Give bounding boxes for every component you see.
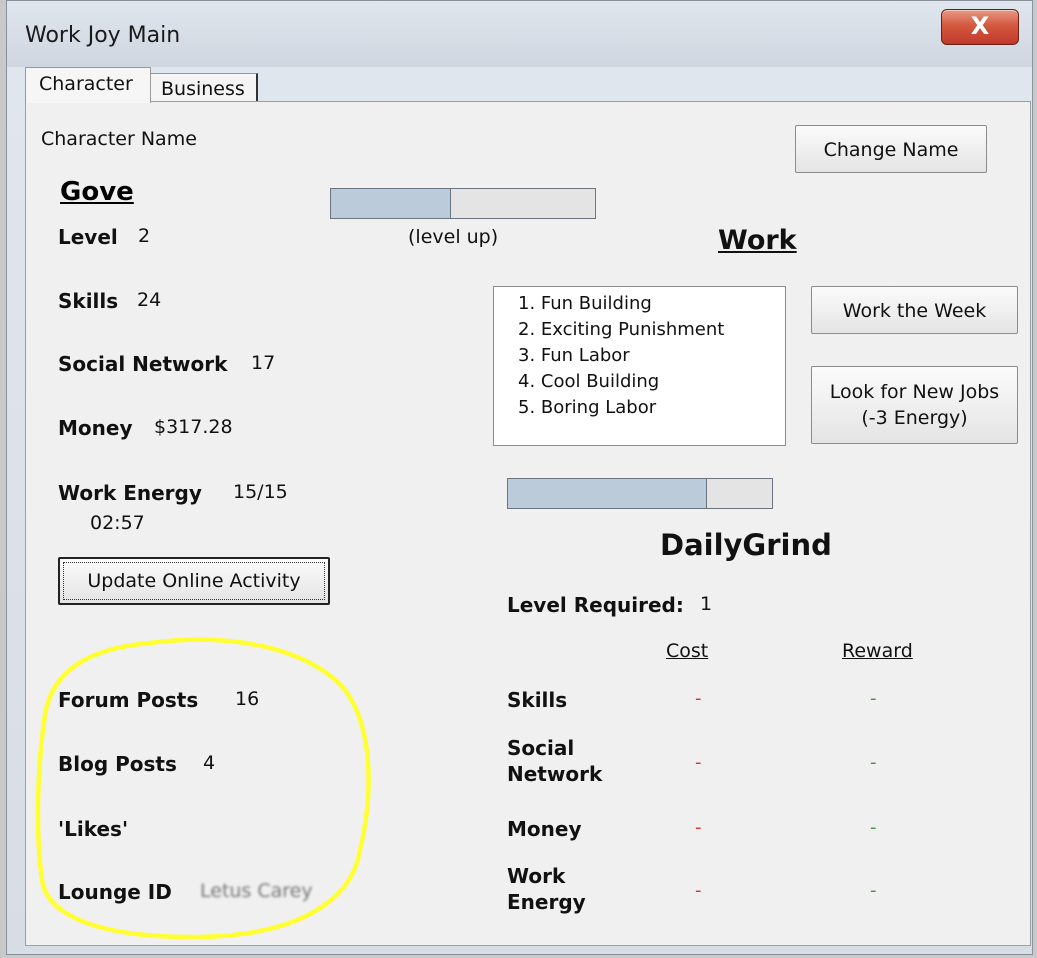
level-value: 2 xyxy=(138,225,151,247)
tab-business[interactable]: Business xyxy=(150,73,258,103)
update-online-activity-button[interactable]: Update Online Activity xyxy=(58,557,330,605)
forum-posts-value: 16 xyxy=(235,688,260,710)
money-value: $317.28 xyxy=(154,416,233,438)
look-for-jobs-line1: Look for New Jobs xyxy=(829,381,1000,403)
row-social-reward: - xyxy=(870,752,877,773)
energy-timer: 02:57 xyxy=(90,512,145,534)
level-required-label: Level Required: xyxy=(507,593,684,617)
row-money-reward: - xyxy=(870,817,877,838)
skills-label: Skills xyxy=(58,289,119,313)
row-skills-cost: - xyxy=(695,688,702,709)
character-name-label: Character Name xyxy=(41,128,197,150)
social-network-value: 17 xyxy=(251,352,276,374)
level-progress-bar xyxy=(330,188,596,219)
title-bar[interactable]: Work Joy Main X xyxy=(7,1,1032,67)
change-name-button-label: Change Name xyxy=(823,139,959,161)
lounge-id-value: Letus Carey xyxy=(200,880,313,902)
row-social-label-2: Network xyxy=(507,762,603,786)
money-label: Money xyxy=(58,416,133,440)
row-skills-reward: - xyxy=(870,688,877,709)
work-the-week-button[interactable]: Work the Week xyxy=(811,286,1018,334)
job-list-item[interactable]: 5. Boring Labor xyxy=(518,395,785,421)
forum-posts-label: Forum Posts xyxy=(58,688,199,712)
work-energy-label: Work Energy xyxy=(58,481,202,505)
level-required-value: 1 xyxy=(700,593,713,615)
look-for-jobs-line2: (-3 Energy) xyxy=(861,407,968,429)
work-the-week-label: Work the Week xyxy=(842,300,987,322)
reward-header: Reward xyxy=(842,640,913,662)
job-list-item[interactable]: 1. Fun Building xyxy=(518,291,785,317)
window-title: Work Joy Main xyxy=(25,23,181,48)
level-up-caption: (level up) xyxy=(408,226,499,248)
row-energy-reward: - xyxy=(870,880,877,901)
blog-posts-value: 4 xyxy=(203,752,216,774)
likes-label: 'Likes' xyxy=(58,817,129,841)
look-for-new-jobs-button[interactable]: Look for New Jobs (-3 Energy) xyxy=(811,366,1018,444)
job-list[interactable]: 1. Fun Building 2. Exciting Punishment 3… xyxy=(493,286,786,446)
job-list-item[interactable]: 2. Exciting Punishment xyxy=(518,317,785,343)
row-energy-label-2: Energy xyxy=(507,890,586,914)
cost-header: Cost xyxy=(666,640,709,662)
close-button[interactable]: X xyxy=(941,9,1019,45)
job-progress-bar xyxy=(507,478,773,509)
update-online-activity-label: Update Online Activity xyxy=(87,570,301,592)
change-name-button[interactable]: Change Name xyxy=(795,125,987,173)
job-list-item[interactable]: 3. Fun Labor xyxy=(518,343,785,369)
tab-character-label: Character xyxy=(39,73,133,95)
job-title: DailyGrind xyxy=(660,528,832,562)
skills-value: 24 xyxy=(137,289,162,311)
blog-posts-label: Blog Posts xyxy=(58,752,177,776)
social-network-label: Social Network xyxy=(58,352,228,376)
row-money-label: Money xyxy=(507,817,582,841)
row-money-cost: - xyxy=(695,817,702,838)
level-progress-fill xyxy=(331,189,451,218)
lounge-id-label: Lounge ID xyxy=(58,880,172,904)
row-energy-label-1: Work xyxy=(507,864,566,888)
work-energy-value: 15/15 xyxy=(233,481,288,503)
level-label: Level xyxy=(58,225,118,249)
row-social-cost: - xyxy=(695,752,702,773)
character-name: Gove xyxy=(60,177,134,207)
work-heading: Work xyxy=(718,225,797,256)
row-skills-label: Skills xyxy=(507,688,568,712)
tab-character[interactable]: Character xyxy=(25,67,151,103)
row-energy-cost: - xyxy=(695,880,702,901)
job-progress-fill xyxy=(508,479,707,508)
update-online-activity-focus: Update Online Activity xyxy=(63,562,325,600)
row-social-label-1: Social xyxy=(507,736,575,760)
job-list-item[interactable]: 4. Cool Building xyxy=(518,369,785,395)
tab-business-label: Business xyxy=(161,78,245,100)
close-icon: X xyxy=(970,12,990,40)
